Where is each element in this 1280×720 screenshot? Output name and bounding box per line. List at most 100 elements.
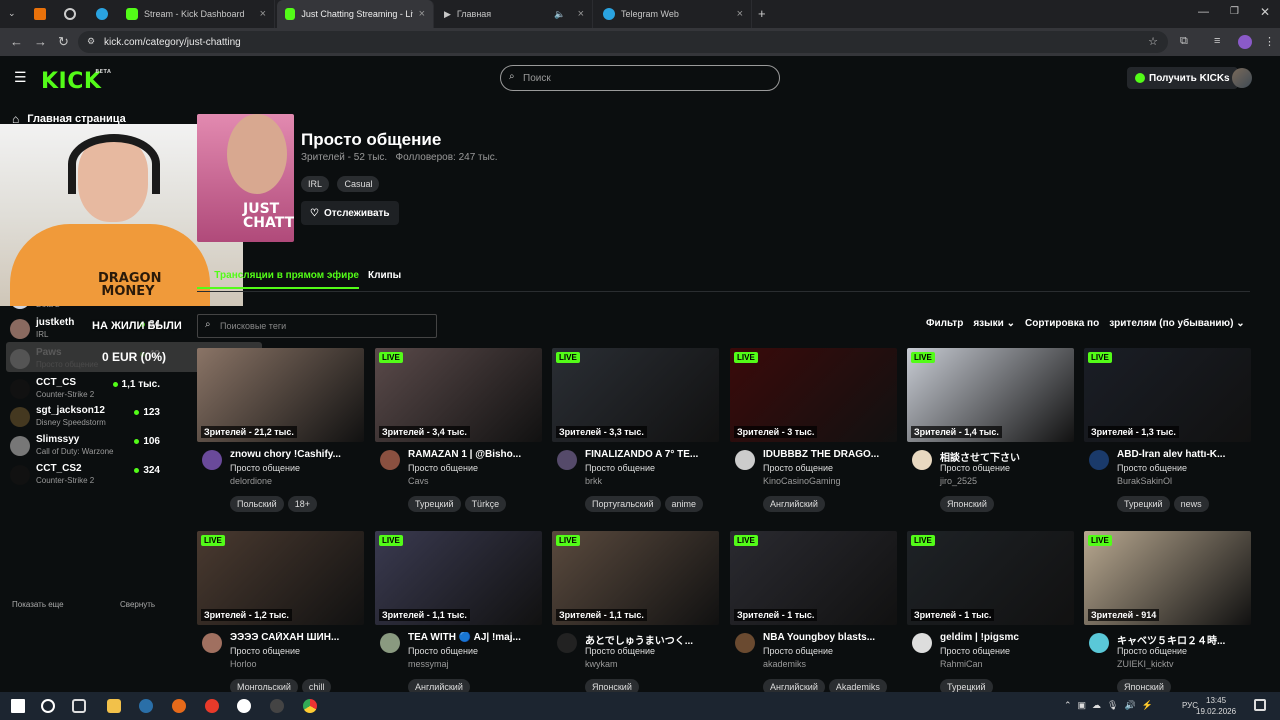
stream-tag[interactable]: Турецкий xyxy=(1117,496,1170,512)
stream-thumbnail[interactable]: LIVE Зрителей - 1 тыс. xyxy=(730,531,897,625)
sort-dropdown[interactable]: зрителям (по убыванию) ⌄ xyxy=(1109,318,1244,329)
stream-card[interactable]: LIVE Зрителей - 3 тыс. IDUBBBZ THE DRAGO..… xyxy=(730,348,897,512)
stream-thumbnail[interactable]: LIVE Зрителей - 1,2 тыс. xyxy=(197,531,364,625)
minimize-icon[interactable]: — xyxy=(1198,6,1209,18)
follow-button[interactable]: ♡ Отслеживать xyxy=(301,201,399,225)
yandex-browser-icon[interactable] xyxy=(237,699,251,713)
stream-title[interactable]: ABD-İran alev hattı-K... xyxy=(1117,449,1251,460)
yandex-icon[interactable] xyxy=(205,699,219,713)
streamer-name[interactable]: Cavs xyxy=(408,476,429,486)
stream-thumbnail[interactable]: LIVE Зрителей - 1,4 тыс. xyxy=(907,348,1074,442)
obs-icon[interactable] xyxy=(270,699,284,713)
stream-thumbnail[interactable]: LIVE Зрителей - 3,4 тыс. xyxy=(375,348,542,442)
menu-icon[interactable]: ⋮ xyxy=(1264,35,1275,48)
streamer-avatar[interactable] xyxy=(202,633,222,653)
restore-icon[interactable]: ❐ xyxy=(1230,6,1239,17)
chrome-icon[interactable] xyxy=(303,699,317,713)
reload-icon[interactable]: ↻ xyxy=(58,34,69,50)
tab-group-icon[interactable] xyxy=(34,8,46,20)
streamer-name[interactable]: kwykam xyxy=(585,659,618,669)
stream-category[interactable]: Просто общение xyxy=(230,646,300,656)
tag-search-input[interactable]: ⌕ Поисковые теги xyxy=(197,314,437,338)
streamer-name[interactable]: akademiks xyxy=(763,659,806,669)
stream-category[interactable]: Просто общение xyxy=(763,646,833,656)
stream-card[interactable]: LIVE Зрителей - 1,2 тыс. ЭЭЭЭ САЙХАН ШИН..… xyxy=(197,531,364,695)
stream-title[interactable]: NBA Youngboy blasts... xyxy=(763,632,897,643)
stream-tag[interactable]: news xyxy=(1173,496,1209,512)
stream-thumbnail[interactable]: LIVE Зрителей - 914 xyxy=(1084,531,1251,625)
stream-card[interactable]: LIVE Зрителей - 3,3 тыс. FINALIZANDO A 7° … xyxy=(552,348,719,512)
stream-tag[interactable]: anime xyxy=(664,496,704,512)
streamer-avatar[interactable] xyxy=(735,633,755,653)
close-icon[interactable]: × xyxy=(260,8,266,20)
stream-card[interactable]: LIVE Зрителей - 1,4 тыс. 相談させて下さい Просто об… xyxy=(907,348,1074,512)
streamer-avatar[interactable] xyxy=(1089,633,1109,653)
tab-search-icon[interactable]: ⌄ xyxy=(8,8,16,19)
back-icon[interactable]: ← xyxy=(10,34,23,49)
get-kicks-button[interactable]: Получить KICKs xyxy=(1127,67,1238,89)
kick-logo[interactable]: KICK BETA xyxy=(41,69,111,94)
streamer-name[interactable]: Horloo xyxy=(230,659,257,669)
stream-title[interactable]: あとでしゅうまいつく... xyxy=(585,632,719,647)
close-icon[interactable]: × xyxy=(419,8,425,20)
streamer-name[interactable]: KinoCasinoGaming xyxy=(763,476,841,486)
stream-card[interactable]: Зрителей - 21,2 тыс. znowu chory !Cashify… xyxy=(197,348,364,512)
steam-icon[interactable] xyxy=(139,699,153,713)
search-input[interactable]: ⌕ Поиск xyxy=(500,65,780,91)
sidebar-channel[interactable]: Slimssyy Call of Duty: Warzone 106 xyxy=(10,433,160,459)
close-icon[interactable]: × xyxy=(737,8,743,20)
user-avatar[interactable] xyxy=(1232,68,1252,88)
streamer-name[interactable]: delordione xyxy=(230,476,272,486)
category-tag[interactable]: Casual xyxy=(337,176,380,192)
sidebar-channel[interactable]: sgt_jackson12 Disney Speedstorm 123 xyxy=(10,404,160,430)
stream-title[interactable]: IDUBBBZ THE DRAGO... xyxy=(763,449,897,460)
tray-icons[interactable]: ⌃▣☁🎙🔊⚡ xyxy=(1064,700,1159,711)
stream-title[interactable]: TEA WITH 🔵 AJ| !maj... xyxy=(408,632,542,643)
tab-just-chatting[interactable]: Just Chatting Streaming - Live S × xyxy=(277,0,434,28)
streamer-name[interactable]: brkk xyxy=(585,476,602,486)
search-icon[interactable] xyxy=(41,699,55,713)
close-window-icon[interactable]: ✕ xyxy=(1260,5,1270,19)
stream-thumbnail[interactable]: LIVE Зрителей - 1 тыс. xyxy=(907,531,1074,625)
file-explorer-icon[interactable] xyxy=(107,699,121,713)
audio-icon[interactable]: 🔈 xyxy=(554,9,565,20)
streamer-name[interactable]: ZUIEKI_kicktv xyxy=(1117,659,1174,669)
notification-icon[interactable] xyxy=(1254,699,1266,711)
streamer-avatar[interactable] xyxy=(1089,450,1109,470)
stream-title[interactable]: キャベツ５キロ２４時... xyxy=(1117,632,1251,647)
streamer-name[interactable]: BurakSakinOl xyxy=(1117,476,1172,486)
streamer-avatar[interactable] xyxy=(380,450,400,470)
stream-category[interactable]: Просто общение xyxy=(585,463,655,473)
stream-card[interactable]: LIVE Зрителей - 1 тыс. NBA Youngboy blasts… xyxy=(730,531,897,695)
stream-title[interactable]: 相談させて下さい xyxy=(940,449,1074,464)
profile-icon[interactable] xyxy=(1238,35,1252,49)
forward-icon[interactable]: → xyxy=(34,34,47,49)
stream-card[interactable]: LIVE Зрителей - 3,4 тыс. RAMAZAN 1 | @Bish… xyxy=(375,348,542,512)
sidebar-channel[interactable]: CCT_CS Counter-Strike 2 1,1 тыс. xyxy=(10,376,160,402)
stream-category[interactable]: Просто общение xyxy=(408,463,478,473)
stream-category[interactable]: Просто общение xyxy=(1117,463,1187,473)
streamer-name[interactable]: RahmiCan xyxy=(940,659,983,669)
language-dropdown[interactable]: языки ⌄ xyxy=(973,318,1015,329)
stream-tag[interactable]: Японский xyxy=(940,496,994,512)
stream-thumbnail[interactable]: LIVE Зрителей - 1,1 тыс. xyxy=(552,531,719,625)
streamer-avatar[interactable] xyxy=(380,633,400,653)
stream-thumbnail[interactable]: LIVE Зрителей - 1,1 тыс. xyxy=(375,531,542,625)
stream-thumbnail[interactable]: LIVE Зрителей - 1,3 тыс. xyxy=(1084,348,1251,442)
streamer-name[interactable]: jiro_2525 xyxy=(940,476,977,486)
firefox-icon[interactable] xyxy=(172,699,186,713)
site-info-icon[interactable]: ⚙ xyxy=(87,36,95,47)
tab-kick-dashboard[interactable]: Stream - Kick Dashboard × xyxy=(118,0,275,28)
sidebar-channel[interactable]: CCT_CS2 Counter-Strike 2 324 xyxy=(10,462,160,488)
clock[interactable]: 13:45 19.02.2026 xyxy=(1196,695,1236,717)
streamer-avatar[interactable] xyxy=(912,633,932,653)
stream-category[interactable]: Просто общение xyxy=(1117,646,1187,656)
stream-category[interactable]: Просто общение xyxy=(585,646,655,656)
bookmark-star-icon[interactable]: ☆ xyxy=(1148,35,1158,48)
stream-tag[interactable]: Türkçe xyxy=(464,496,507,512)
tab-main[interactable]: ▶ Главная 🔈 × xyxy=(436,0,593,28)
pinned-tab-icon-2[interactable] xyxy=(96,8,108,20)
stream-title[interactable]: geldim | !pigsmc xyxy=(940,632,1074,643)
collapse-button[interactable]: Свернуть xyxy=(120,600,155,609)
stream-category[interactable]: Просто общение xyxy=(940,463,1010,473)
